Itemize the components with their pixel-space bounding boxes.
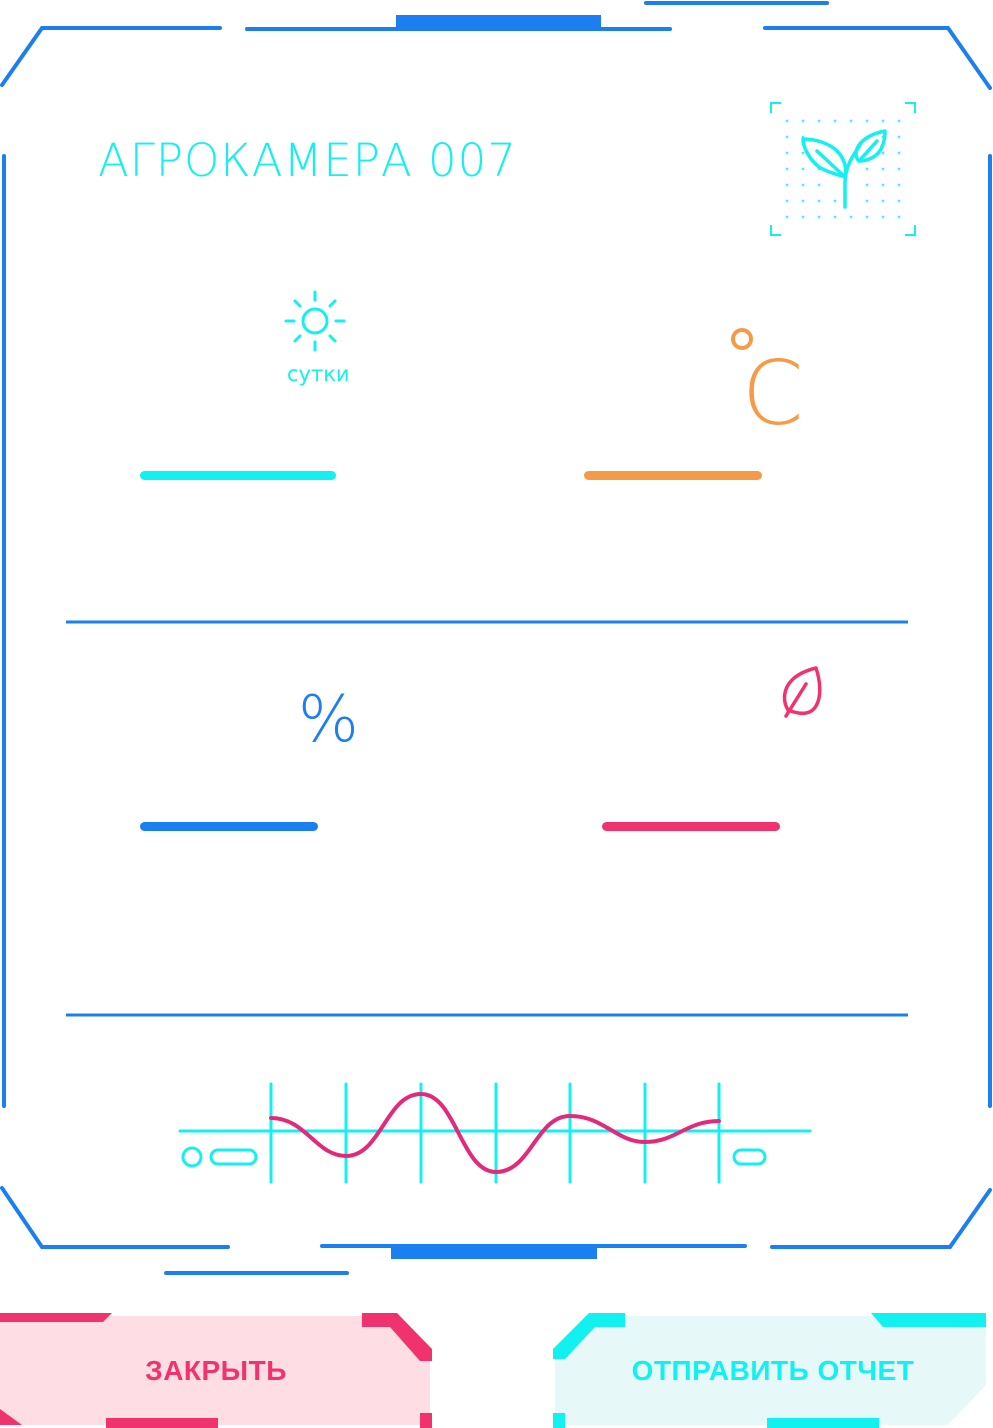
leaf-icon: [782, 666, 822, 718]
sprout-icon: [770, 102, 916, 236]
send-report-button-label: ОТПРАВИТЬ ОТЧЕТ: [631, 1354, 915, 1386]
temperature-progress-bar: [584, 471, 762, 480]
wave-chart-icon: [178, 1082, 812, 1184]
page-title: АГРОКАМЕРА 007: [98, 134, 517, 187]
temperature-unit-label: C: [742, 342, 804, 445]
growth-progress-bar: [602, 822, 780, 831]
days-unit-label: сутки: [287, 362, 350, 386]
close-button-label: ЗАКРЫТЬ: [145, 1354, 287, 1386]
sun-icon: [284, 290, 346, 352]
close-button[interactable]: ЗАКРЫТЬ: [0, 1313, 432, 1428]
humidity-unit-label: %: [298, 683, 359, 757]
days-progress-bar: [140, 471, 336, 480]
send-report-button[interactable]: ОТПРАВИТЬ ОТЧЕТ: [553, 1313, 993, 1428]
humidity-progress-bar: [140, 822, 318, 831]
